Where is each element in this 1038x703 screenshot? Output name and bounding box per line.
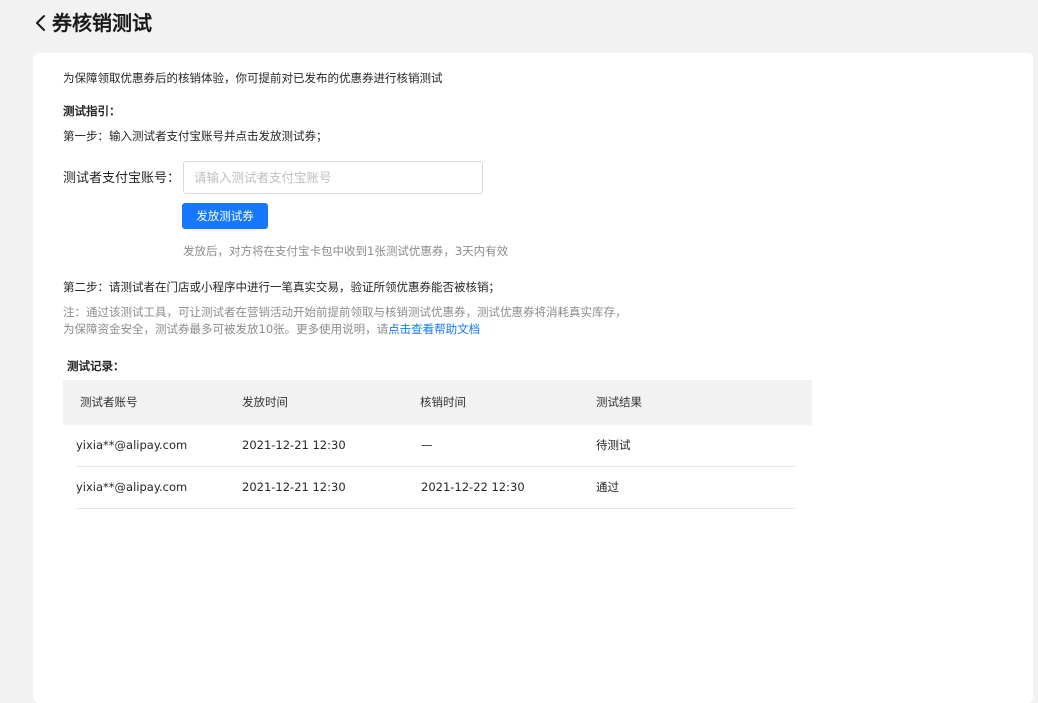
- column-header-verified-time: 核销时间: [420, 395, 466, 409]
- issue-hint-text: 发放后，对方将在支付宝卡包中收到1张测试优惠券，3天内有效: [183, 244, 509, 258]
- records-title: 测试记录：: [67, 359, 125, 373]
- column-header-issued-time: 发放时间: [242, 395, 288, 409]
- cell-account: yixia**@alipay.com: [76, 480, 188, 494]
- table-row: yixia**@alipay.com 2021-12-21 12:30 — 待测…: [76, 425, 795, 467]
- guide-title: 测试指引：: [63, 104, 121, 118]
- cell-result: 待测试: [596, 438, 631, 452]
- records-table-header: 测试者账号 发放时间 核销时间 测试结果: [63, 380, 812, 425]
- page-header: 券核销测试: [0, 0, 1038, 48]
- account-field-label: 测试者支付宝账号：: [63, 171, 181, 186]
- step-one-text: 第一步：输入测试者支付宝账号并点击发放测试券；: [63, 129, 328, 143]
- note-line-2-prefix: 为保障资金安全，测试券最多可被发放10张。更多使用说明，请: [63, 322, 389, 336]
- issue-test-coupon-button[interactable]: 发放测试券: [182, 203, 268, 229]
- cell-result: 通过: [596, 480, 619, 494]
- column-header-result: 测试结果: [596, 395, 642, 409]
- cell-issued-time: 2021-12-21 12:30: [242, 438, 346, 452]
- note-line-2: 为保障资金安全，测试券最多可被发放10张。更多使用说明，请点击查看帮助文档: [63, 321, 480, 337]
- column-header-account: 测试者账号: [80, 395, 138, 409]
- help-doc-link[interactable]: 点击查看帮助文档: [388, 322, 480, 336]
- cell-account: yixia**@alipay.com: [76, 438, 188, 452]
- cell-verified-time: —: [421, 438, 433, 452]
- intro-text: 为保障领取优惠券后的核销体验，你可提前对已发布的优惠券进行核销测试: [63, 71, 443, 85]
- table-row: yixia**@alipay.com 2021-12-21 12:30 2021…: [76, 467, 795, 509]
- back-arrow-icon[interactable]: [34, 12, 50, 34]
- step-two-text: 第二步：请测试者在门店或小程序中进行一笔真实交易，验证所领优惠券能否被核销；: [63, 280, 500, 294]
- account-input[interactable]: [183, 161, 483, 194]
- page-title: 券核销测试: [52, 11, 152, 35]
- cell-issued-time: 2021-12-21 12:30: [242, 480, 346, 494]
- cell-verified-time: 2021-12-22 12:30: [421, 480, 525, 494]
- note-line-1: 注：通过该测试工具，可让测试者在营销活动开始前提前领取与核销测试优惠券，测试优惠…: [63, 305, 627, 319]
- content-card: 为保障领取优惠券后的核销体验，你可提前对已发布的优惠券进行核销测试 测试指引： …: [33, 53, 1033, 703]
